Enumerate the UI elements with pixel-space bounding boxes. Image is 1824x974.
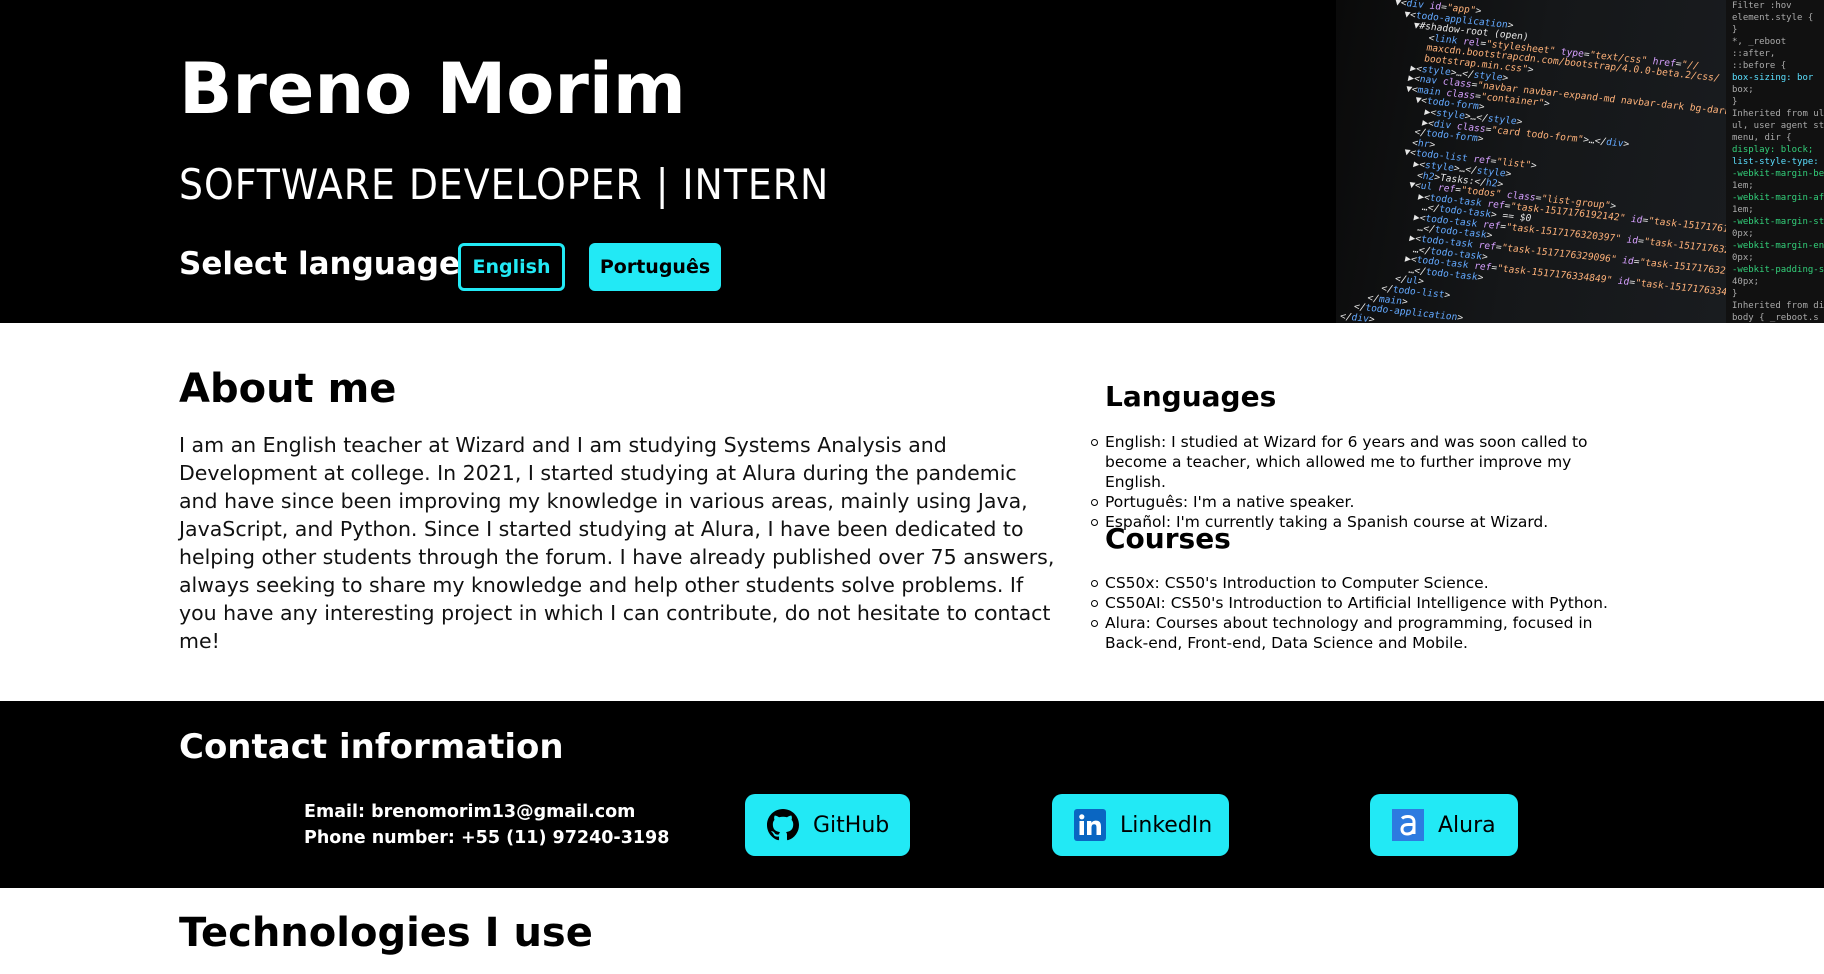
code-background-image: ▼<div id="app"> ▼<todo-application> ▼#sh… — [1336, 0, 1824, 323]
alura-button[interactable]: Alura — [1370, 794, 1518, 856]
linkedin-label: LinkedIn — [1120, 812, 1213, 838]
devtools-styles-panel: Filter :hov element.style { } *, _reboot… — [1726, 0, 1824, 323]
linkedin-button[interactable]: LinkedIn — [1052, 794, 1229, 856]
github-label: GitHub — [813, 812, 890, 838]
about-heading: About me — [179, 366, 397, 412]
select-language-label: Select language: — [179, 246, 473, 282]
courses-list: CS50x: CS50's Introduction to Computer S… — [1091, 573, 1625, 653]
page-title: Breno Morim — [179, 48, 686, 130]
job-title: SOFTWARE DEVELOPER | INTERN — [179, 160, 830, 209]
alura-label: Alura — [1438, 812, 1496, 838]
email-text: Email: brenomorim13@gmail.com — [304, 802, 636, 822]
contact-section: Contact information Email: brenomorim13@… — [0, 701, 1824, 888]
languages-list: English: I studied at Wizard for 6 years… — [1091, 432, 1635, 532]
github-button[interactable]: GitHub — [745, 794, 910, 856]
list-item: CS50AI: CS50's Introduction to Artificia… — [1091, 593, 1625, 613]
english-button[interactable]: English — [458, 243, 565, 291]
contact-details: Email: brenomorim13@gmail.com Phone numb… — [304, 799, 669, 851]
contact-heading: Contact information — [179, 727, 564, 767]
alura-icon — [1392, 809, 1424, 841]
courses-heading: Courses — [1105, 522, 1231, 555]
about-paragraph: I am an English teacher at Wizard and I … — [179, 433, 1055, 653]
languages-heading: Languages — [1105, 380, 1277, 413]
list-item: Português: I'm a native speaker. — [1091, 492, 1635, 512]
list-item: Alura: Courses about technology and prog… — [1091, 613, 1625, 653]
portuguese-button[interactable]: Português — [589, 243, 721, 291]
phone-text: Phone number: +55 (11) 97240-3198 — [304, 828, 670, 848]
list-item: English: I studied at Wizard for 6 years… — [1091, 432, 1635, 492]
linkedin-icon — [1074, 809, 1106, 841]
list-item: CS50x: CS50's Introduction to Computer S… — [1091, 573, 1625, 593]
technologies-heading: Technologies I use — [179, 910, 593, 956]
hero-header: Breno Morim SOFTWARE DEVELOPER | INTERN … — [0, 0, 1824, 323]
github-icon — [767, 809, 799, 841]
